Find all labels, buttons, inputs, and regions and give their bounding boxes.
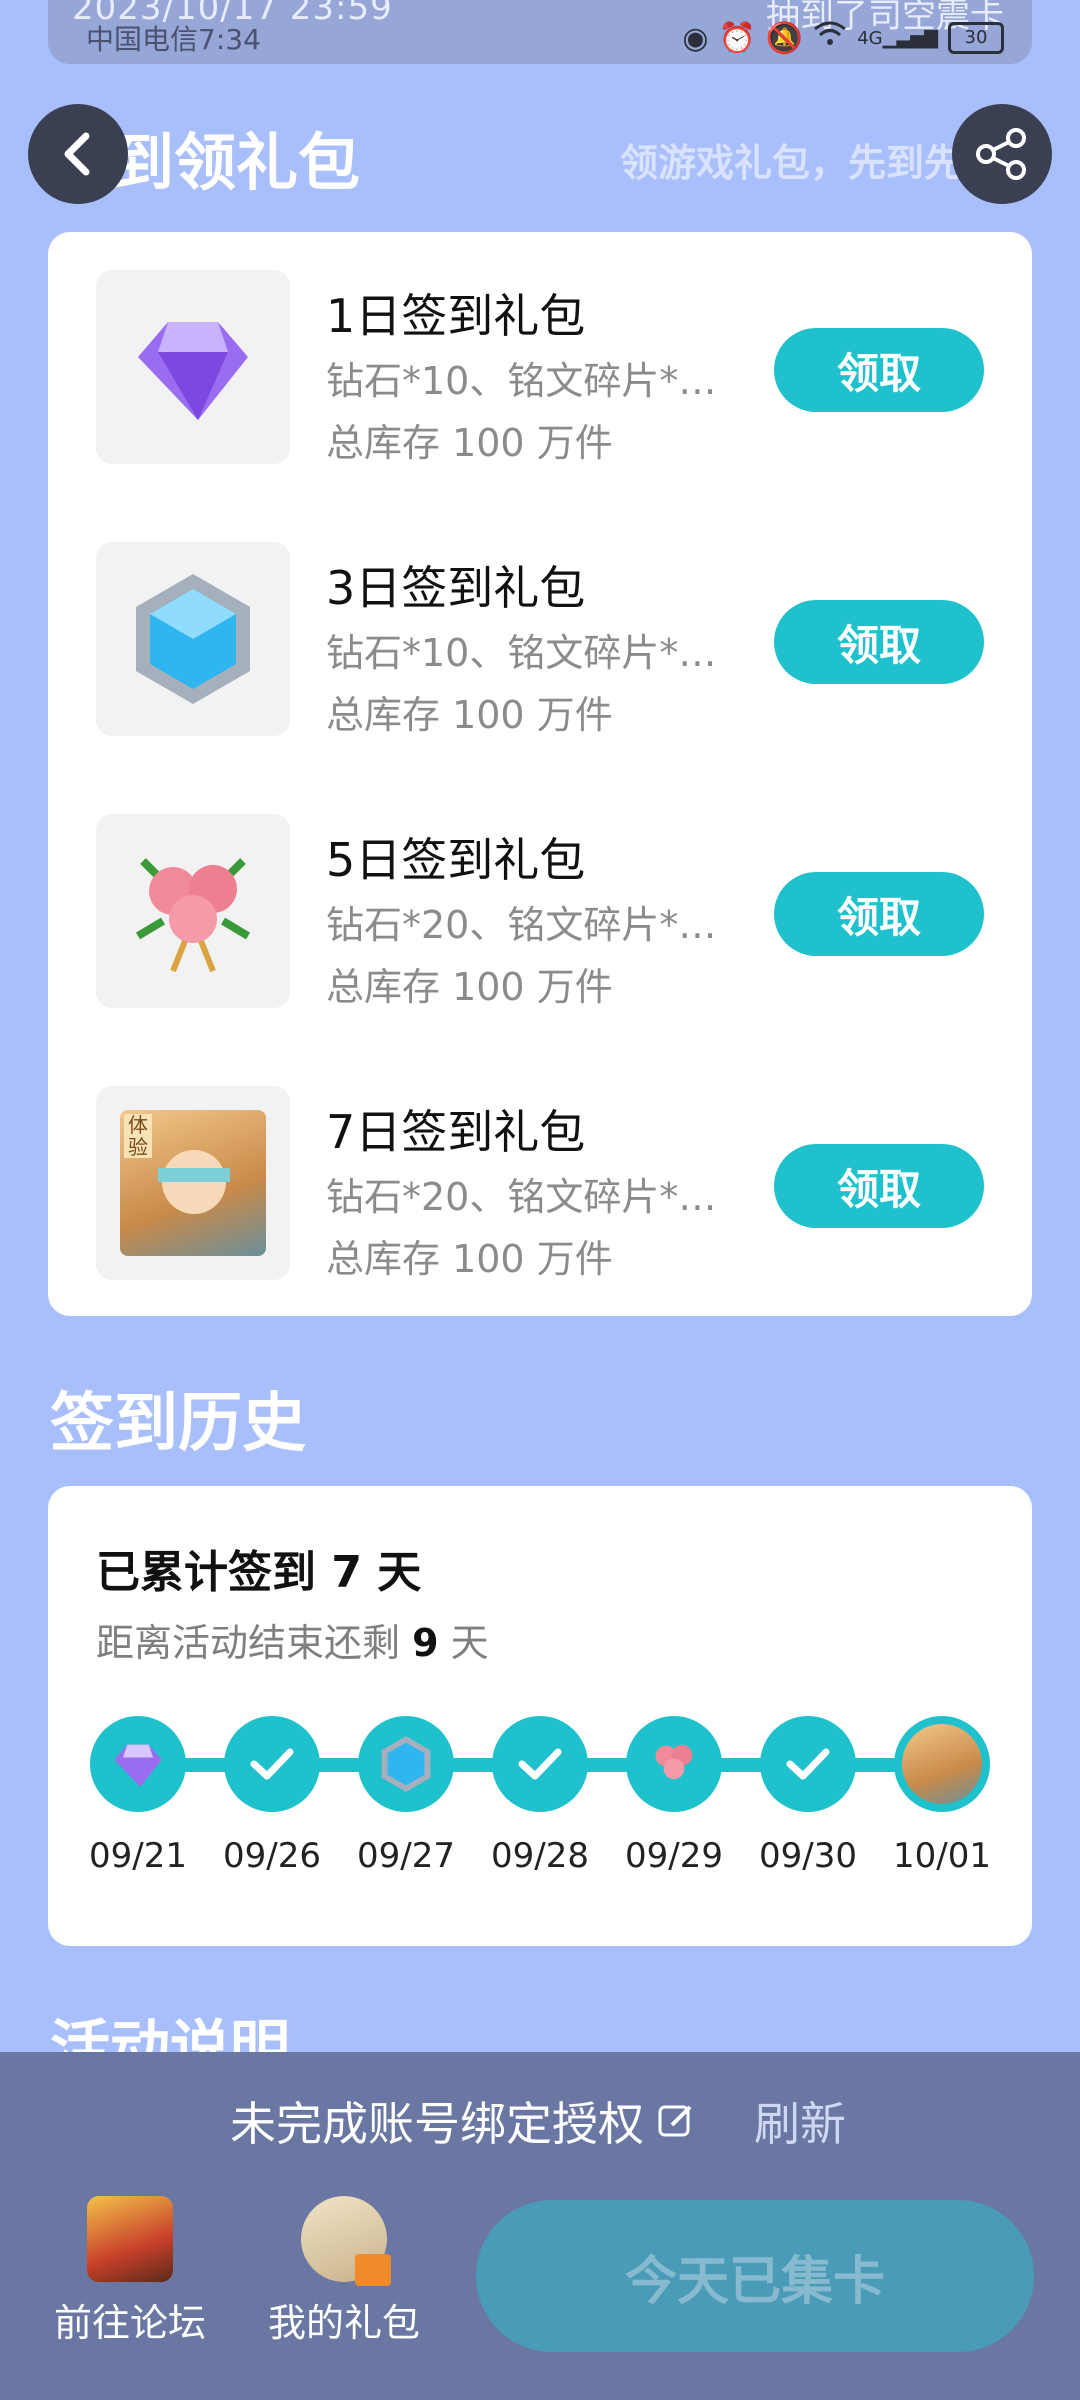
cumulative-signin: 已累计签到 7 天 <box>96 1547 422 1598</box>
gift-thumbnail <box>96 542 290 736</box>
account-bind-text: 未完成账号绑定授权 <box>230 2097 644 2151</box>
check-icon <box>250 1748 294 1780</box>
gift-name: 5日签到礼包 <box>326 833 586 887</box>
bottom-bar: 未完成账号绑定授权 刷新 前往论坛 我的礼包 今天已集卡 <box>0 2052 1080 2400</box>
gift-avatar-icon <box>301 2196 391 2286</box>
signal-icon: 4G▁▃▅▇ <box>857 27 938 49</box>
gift-name: 3日签到礼包 <box>326 561 586 615</box>
history-date: 09/30 <box>759 1836 857 1876</box>
refresh-button[interactable]: 刷新 <box>754 2088 846 2154</box>
history-day: 10/01 <box>893 1716 991 1876</box>
gift-stock: 总库存 100 万件 <box>326 1237 613 1281</box>
gift-stock: 总库存 100 万件 <box>326 693 613 737</box>
history-date: 09/29 <box>625 1836 723 1876</box>
edit-icon <box>658 2105 692 2137</box>
back-button[interactable] <box>28 104 128 204</box>
mute-icon: 🔕 <box>765 20 804 56</box>
history-day: 09/28 <box>491 1716 589 1876</box>
hero-avatar-icon <box>902 1724 982 1804</box>
gift-thumbnail <box>96 270 290 464</box>
gift-name: 7日签到礼包 <box>326 1105 586 1159</box>
history-date: 09/27 <box>357 1836 455 1876</box>
my-gifts-button[interactable]: 我的礼包 <box>244 2196 444 2347</box>
eye-icon: ◉ <box>682 20 709 56</box>
claim-button[interactable]: 领取 <box>774 1144 984 1228</box>
history-day: 09/26 <box>223 1716 321 1876</box>
gift-description: 钻石*10、铭文碎片*… <box>326 631 717 675</box>
gift-name: 1日签到礼包 <box>326 289 586 343</box>
days-remaining: 距离活动结束还剩 9 天 <box>96 1621 489 1665</box>
check-icon <box>518 1748 562 1780</box>
gift-item: 3日签到礼包 钻石*10、铭文碎片*… 总库存 100 万件 领取 <box>96 542 984 737</box>
history-day: 09/27 <box>357 1716 455 1876</box>
gift-stock: 总库存 100 万件 <box>326 965 613 1009</box>
forum-button[interactable]: 前往论坛 <box>30 2196 230 2347</box>
status-icons: ◉ ⏰ 🔕 4G▁▃▅▇ 30 <box>682 20 1004 56</box>
collect-card-button[interactable]: 今天已集卡 <box>476 2200 1034 2352</box>
gift-stock: 总库存 100 万件 <box>326 421 613 465</box>
blue-crystal-icon <box>381 1736 431 1792</box>
purple-diamond-icon <box>138 322 248 420</box>
rose-bouquet-icon <box>655 1744 693 1780</box>
my-gifts-label: 我的礼包 <box>267 2301 420 2345</box>
trial-badge: 体验 <box>124 1114 152 1158</box>
battery-icon: 30 <box>948 22 1004 54</box>
status-bar: 2023/10/17 23:59 中国电信7:34 抽到了司空震卡 ◉ ⏰ 🔕 … <box>48 0 1032 64</box>
gift-description: 钻石*20、铭文碎片*… <box>326 903 717 947</box>
history-card: 已累计签到 7 天 距离活动结束还剩 9 天 09/21 09/26 09/27… <box>48 1486 1032 1946</box>
page-subtitle: 领游戏礼包，先到先得 <box>620 141 1001 185</box>
chevron-left-icon <box>64 132 90 176</box>
game-forum-icon <box>87 2196 173 2282</box>
check-icon <box>786 1748 830 1780</box>
share-button[interactable] <box>952 104 1052 204</box>
gift-item: 体验 7日签到礼包 钻石*20、铭文碎片*… 总库存 100 万件 领取 <box>96 1086 984 1281</box>
claim-button[interactable]: 领取 <box>774 872 984 956</box>
gift-item: 1日签到礼包 钻石*10、铭文碎片*… 总库存 100 万件 领取 <box>96 270 984 465</box>
gift-thumbnail: 体验 <box>96 1086 290 1280</box>
gift-thumbnail <box>96 814 290 1008</box>
alarm-icon: ⏰ <box>718 20 756 56</box>
hero-trial-card-icon: 体验 <box>120 1110 266 1256</box>
gift-description: 钻石*20、铭文碎片*… <box>326 1175 717 1219</box>
gift-item: 5日签到礼包 钻石*20、铭文碎片*… 总库存 100 万件 领取 <box>96 814 984 1009</box>
forum-label: 前往论坛 <box>53 2301 206 2345</box>
gift-description: 钻石*10、铭文碎片*… <box>326 359 717 403</box>
gift-list-card: 1日签到礼包 钻石*10、铭文碎片*… 总库存 100 万件 领取 3日签到礼包… <box>48 232 1032 1316</box>
account-bind-link[interactable]: 未完成账号绑定授权 <box>230 2088 696 2154</box>
wifi-icon <box>813 20 847 56</box>
history-day: 09/30 <box>759 1716 857 1876</box>
history-day: 09/21 <box>89 1716 187 1876</box>
status-carrier-time: 中国电信7:34 <box>86 23 261 56</box>
rose-bouquet-icon <box>135 858 251 973</box>
history-date: 09/28 <box>491 1836 589 1876</box>
history-date: 10/01 <box>893 1836 991 1876</box>
blue-crystal-icon <box>136 574 250 704</box>
history-date: 09/26 <box>223 1836 321 1876</box>
history-section-title: 签到历史 <box>50 1387 306 1461</box>
history-date: 09/21 <box>89 1836 187 1876</box>
history-day: 09/29 <box>625 1716 723 1876</box>
purple-diamond-icon <box>114 1744 162 1787</box>
claim-button[interactable]: 领取 <box>774 328 984 412</box>
share-icon <box>976 128 1026 180</box>
claim-button[interactable]: 领取 <box>774 600 984 684</box>
